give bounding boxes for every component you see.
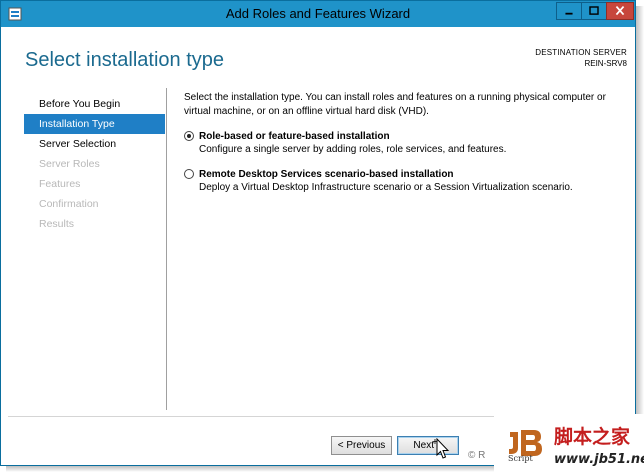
window-shadow-right: [636, 6, 644, 472]
destination-server-info: DESTINATION SERVER REIN-SRV8: [535, 47, 627, 69]
option-remote-desktop[interactable]: Remote Desktop Services scenario-based i…: [184, 168, 614, 195]
wizard-content: Select installation type DESTINATION SER…: [9, 27, 627, 459]
remote-desktop-radio[interactable]: [184, 169, 194, 179]
remote-desktop-title[interactable]: Remote Desktop Services scenario-based i…: [199, 168, 614, 181]
minimize-button[interactable]: [556, 2, 582, 20]
role-based-radio[interactable]: [184, 131, 194, 141]
nav-item-server-roles: Server Roles: [39, 158, 100, 170]
role-based-description: Configure a single server by adding role…: [199, 144, 507, 155]
minimize-icon: [565, 12, 573, 15]
site-watermark: Script 脚本之家 www.jb51.net: [494, 414, 644, 472]
role-based-title[interactable]: Role-based or feature-based installation: [199, 130, 614, 143]
nav-item-results: Results: [39, 218, 75, 230]
main-panel: Select the installation type. You can in…: [184, 91, 614, 195]
mouse-pointer-icon: [433, 438, 450, 459]
nav-item-server-selection[interactable]: Server Selection: [24, 134, 165, 154]
destination-server-label: DESTINATION SERVER: [535, 48, 627, 57]
nav-item-features: Features: [39, 178, 81, 190]
instructions-text: Select the installation type. You can in…: [184, 92, 606, 117]
watermark-partial-text: © R: [468, 450, 486, 461]
title-bar[interactable]: Add Roles and Features Wizard: [1, 1, 635, 27]
remote-desktop-description: Deploy a Virtual Desktop Infrastructure …: [199, 182, 573, 193]
nav-item-before-you-begin[interactable]: Before You Begin: [24, 94, 165, 114]
nav-item-installation-type[interactable]: Installation Type: [24, 114, 165, 134]
wizard-window: Add Roles and Features Wizard Select ins…: [0, 0, 636, 466]
maximize-icon: [589, 6, 599, 15]
nav-item-confirmation: Confirmation: [39, 198, 99, 210]
close-icon: [615, 5, 625, 16]
watermark-url: www.jb51.net: [554, 452, 644, 467]
wizard-steps-nav: Before You Begin Installation Type Serve…: [24, 94, 165, 234]
watermark-script-label: Script: [508, 454, 533, 463]
window-title: Add Roles and Features Wizard: [225, 6, 411, 21]
nav-divider: [166, 88, 167, 410]
previous-button[interactable]: < Previous: [331, 436, 392, 455]
page-title: Select installation type: [25, 49, 225, 71]
maximize-button[interactable]: [581, 2, 607, 20]
option-role-based[interactable]: Role-based or feature-based installation…: [184, 130, 614, 157]
destination-server-name: REIN-SRV8: [584, 59, 627, 68]
watermark-chinese-title: 脚本之家: [554, 426, 631, 448]
close-button[interactable]: [606, 2, 634, 20]
